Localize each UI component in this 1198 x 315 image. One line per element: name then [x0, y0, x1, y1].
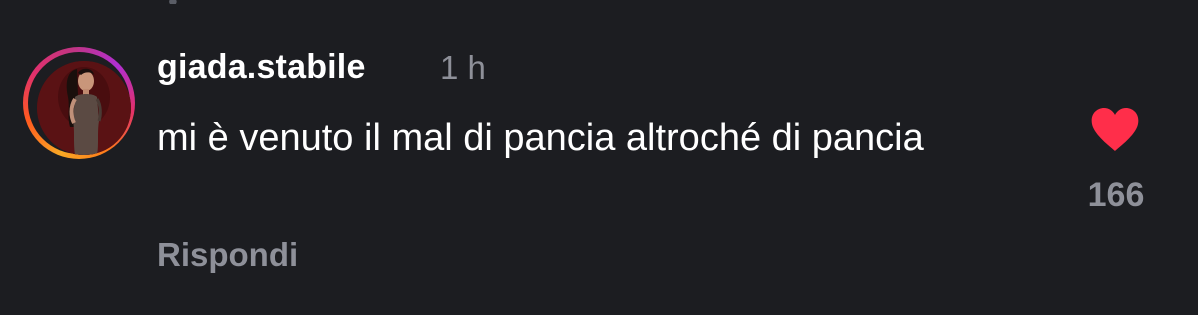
avatar-photo — [37, 61, 131, 155]
comment-item: giada.stabile 1 h mi è venuto il mal di … — [0, 0, 1198, 315]
avatar[interactable] — [37, 61, 131, 155]
timestamp: 1 h — [440, 49, 486, 86]
username[interactable]: giada.stabile — [157, 48, 366, 87]
reply-button[interactable]: Rispondi — [157, 236, 298, 274]
like-count: 166 — [1087, 176, 1145, 214]
story-ring[interactable] — [23, 47, 135, 159]
heart-filled-icon — [1091, 108, 1139, 151]
comment-text: mi è venuto il mal di pancia altroché di… — [157, 117, 924, 159]
like-button[interactable] — [1090, 107, 1140, 153]
